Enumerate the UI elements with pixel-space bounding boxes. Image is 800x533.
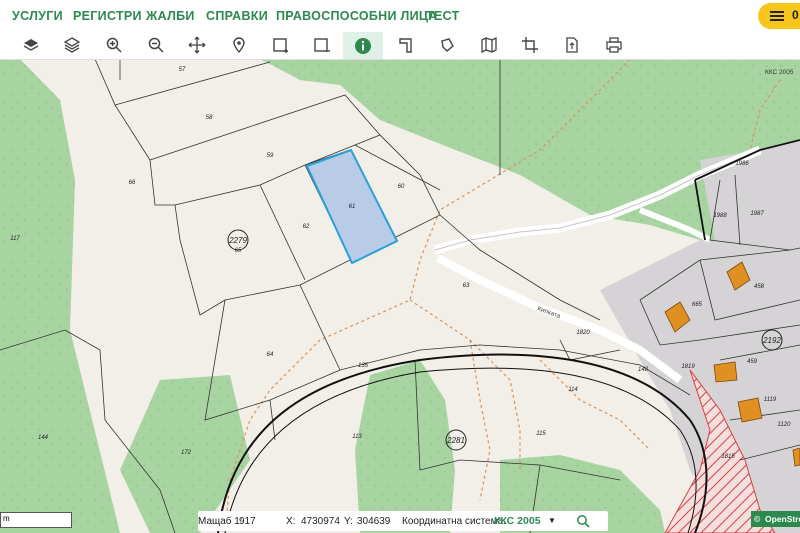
crop-icon[interactable] — [517, 34, 543, 56]
hamburger-icon — [770, 11, 784, 21]
parcel-label: 61 — [349, 204, 356, 210]
parcel-label: 148 — [638, 367, 649, 373]
parcel-label: 665 — [692, 302, 703, 308]
crs-corner-label: ККС 2005 — [765, 69, 794, 76]
layers-icon[interactable] — [18, 34, 44, 56]
map-icon[interactable] — [476, 34, 502, 56]
nav-licensed-persons[interactable]: ПРАВОСПОСОБНИ ЛИЦА — [276, 9, 438, 23]
nav-references[interactable]: СПРАВКИ — [206, 9, 268, 23]
parcel-label: 1819 — [681, 364, 695, 370]
nav-services[interactable]: УСЛУГИ — [12, 9, 63, 23]
nav-complaints[interactable]: ЖАЛБИ — [146, 9, 195, 23]
parcel-label: 115 — [536, 431, 546, 437]
menu-button[interactable]: 0 — [758, 3, 800, 29]
parcel-label: 60 — [398, 184, 405, 190]
map-toolbar — [0, 32, 800, 60]
parcel-label: 63 — [463, 283, 470, 289]
parcel-label: 1815 — [721, 454, 735, 460]
scale-value: 917 — [239, 516, 256, 527]
attribution-badge[interactable]: © OpenStreetMap — [751, 511, 800, 527]
parcel-label: 117 — [10, 236, 20, 242]
select-deselect-icon[interactable] — [309, 34, 335, 56]
measure-line-icon[interactable] — [393, 34, 419, 56]
parcel-label: 66 — [129, 180, 136, 186]
parcel-label: 1987 — [750, 211, 764, 217]
parcel-label: 459 — [747, 359, 758, 365]
print-icon[interactable] — [601, 34, 627, 56]
x-value: 4730974 — [301, 516, 340, 527]
circled-label: 2192 — [762, 336, 781, 345]
parcel-label: 113 — [352, 434, 362, 440]
parcel-label: 1120 — [778, 422, 792, 428]
crs-select[interactable]: ККС 2005 — [494, 515, 541, 527]
measure-area-icon[interactable] — [434, 34, 460, 56]
parcel-label: 1988 — [713, 213, 727, 219]
parcel-label: 58 — [206, 115, 213, 121]
parcel-label: 458 — [754, 284, 765, 290]
scale-bar: m — [0, 512, 72, 528]
nav-test[interactable]: ТЕСТ — [426, 9, 460, 23]
parcel-label: 172 — [181, 450, 192, 456]
circled-label: 2279 — [228, 236, 247, 245]
pan-icon[interactable] — [184, 34, 210, 56]
chevron-down-icon[interactable]: ▼ — [548, 516, 556, 525]
parcel-label: 57 — [179, 67, 186, 73]
parcel-label: 64 — [267, 352, 274, 358]
parcel-label: 59 — [267, 153, 274, 159]
parcel-label: 144 — [38, 435, 49, 441]
scale-label: Мащаб 1: — [198, 516, 243, 527]
export-icon[interactable] — [559, 34, 585, 56]
parcel-label: 1820 — [576, 330, 590, 336]
circled-label: 2281 — [446, 436, 465, 445]
crs-label: Координатна система: — [402, 516, 506, 527]
base-layers-icon[interactable] — [59, 34, 85, 56]
nav-registers[interactable]: РЕГИСТРИ — [73, 9, 142, 23]
zoom-in-icon[interactable] — [101, 34, 127, 56]
y-label: Y: — [344, 516, 353, 527]
parcel-label: 62 — [303, 224, 310, 230]
parcel-label: 114 — [568, 387, 578, 393]
parcel-label: 135 — [358, 363, 369, 369]
locate-icon[interactable] — [226, 34, 252, 56]
info-icon[interactable] — [343, 32, 383, 59]
y-value: 304639 — [357, 516, 391, 527]
cadastral-map[interactable]: 2279 2281 2192 57 58 59 60 61 62 63 64 6… — [0, 59, 800, 533]
top-nav: УСЛУГИ РЕГИСТРИ ЖАЛБИ СПРАВКИ ПРАВОСПОСО… — [0, 0, 800, 32]
parcel-label: 1119 — [764, 397, 777, 403]
zoom-out-icon[interactable] — [143, 34, 169, 56]
x-label: X: — [286, 516, 296, 527]
search-icon[interactable] — [576, 514, 590, 528]
select-rect-icon[interactable] — [268, 34, 294, 56]
coordinate-status-bar: Мащаб 1: 917 X: 4730974 Y: 304639 Коорди… — [198, 511, 608, 531]
parcel-label: 1986 — [735, 161, 749, 167]
parcel-label: 65 — [235, 248, 242, 254]
menu-count: 0 — [792, 8, 799, 22]
copyright-icon: © — [754, 514, 761, 524]
